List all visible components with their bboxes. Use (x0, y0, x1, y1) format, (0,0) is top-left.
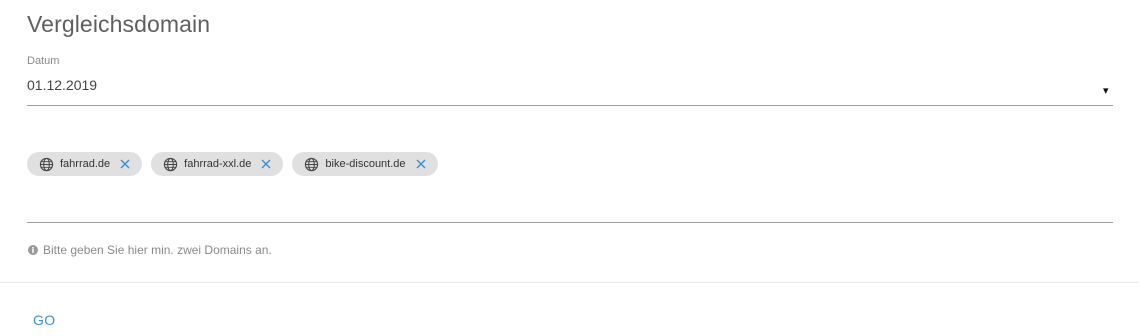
section-divider (0, 282, 1139, 283)
date-underline (27, 105, 1113, 106)
hint-text: Bitte geben Sie hier min. zwei Domains a… (43, 243, 272, 257)
domain-chip[interactable]: bike-discount.de (292, 152, 438, 176)
hint-message: i Bitte geben Sie hier min. zwei Domains… (28, 243, 272, 257)
close-icon[interactable] (416, 159, 426, 169)
go-button[interactable]: GO (25, 310, 63, 330)
date-label: Datum (27, 55, 60, 67)
domain-chip[interactable]: fahrrad-xxl.de (151, 152, 284, 176)
domains-input-underline[interactable] (27, 222, 1113, 223)
date-value[interactable]: 01.12.2019 (27, 77, 97, 93)
close-icon[interactable] (261, 159, 271, 169)
domain-chips: fahrrad.de fahrrad-xxl.de bike-discount.… (27, 152, 438, 176)
domain-chip-label: fahrrad-xxl.de (184, 158, 252, 170)
globe-icon (39, 157, 54, 171)
page-title: Vergleichsdomain (27, 11, 211, 37)
globe-icon (164, 157, 178, 171)
globe-icon (305, 157, 319, 171)
domain-chip-label: fahrrad.de (60, 158, 111, 170)
dropdown-arrow-icon[interactable]: ▾ (1103, 84, 1109, 97)
close-icon[interactable] (120, 159, 130, 169)
domain-chip[interactable]: fahrrad.de (27, 152, 143, 176)
info-icon: i (28, 245, 38, 255)
domain-chip-label: bike-discount.de (325, 158, 406, 170)
